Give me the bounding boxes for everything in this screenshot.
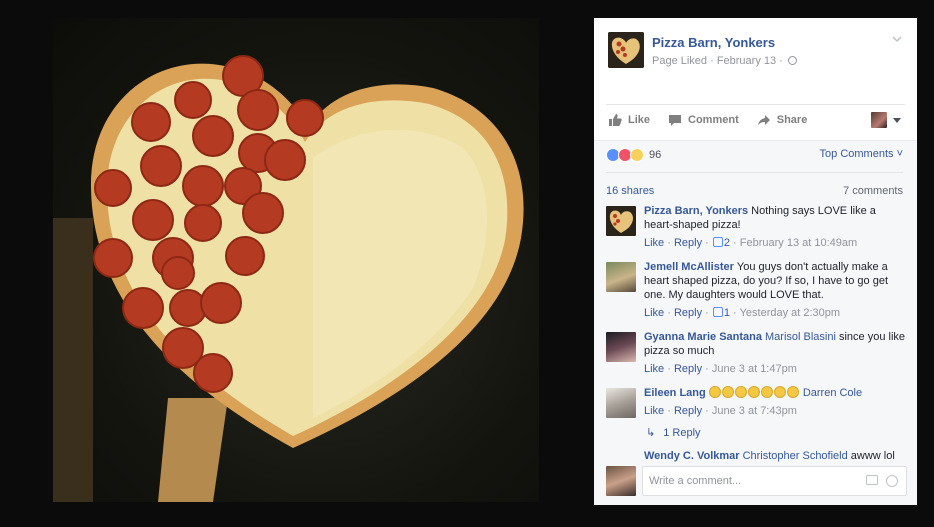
commenter-avatar[interactable] xyxy=(606,332,636,362)
comment-input[interactable]: Write a comment... xyxy=(642,466,907,496)
comment-timestamp[interactable]: February 13 at 10:49am xyxy=(740,237,857,249)
commenter-avatar[interactable] xyxy=(606,206,636,236)
post-as-selector[interactable] xyxy=(871,112,901,128)
comment-like-link[interactable]: Like xyxy=(644,307,664,319)
caret-down-icon xyxy=(893,117,901,123)
comment-composer: Write a comment... xyxy=(606,466,907,498)
comment-like-link[interactable]: Like xyxy=(644,237,664,249)
comment-body: Jemell McAllister You guys don't actually… xyxy=(644,260,907,302)
reply-arrow-icon: ↳ xyxy=(646,427,656,439)
comment-item: Pizza Barn, Yonkers Nothing says LOVE lik… xyxy=(606,204,907,250)
comments-list: Pizza Barn, Yonkers Nothing says LOVE lik… xyxy=(606,204,907,473)
comment-body: Wendy C. Volkmar Christopher Schofield aw… xyxy=(644,449,907,463)
photo-viewer xyxy=(0,0,594,527)
post-side-panel: Pizza Barn, Yonkers Page Liked · Februar… xyxy=(594,18,917,505)
comment-timestamp[interactable]: Yesterday at 2:30pm xyxy=(740,307,841,319)
comment-item: Wendy C. Volkmar Christopher Schofield aw… xyxy=(606,449,907,463)
heart-pizza-image xyxy=(53,55,524,502)
globe-icon xyxy=(787,56,797,65)
comment-meta: Like · Reply · 1 · Yesterday at 2:30pm xyxy=(644,307,841,319)
comment-like-count[interactable]: 2 xyxy=(724,237,730,249)
comment-meta: Like · Reply · June 3 at 1:47pm xyxy=(644,363,797,375)
like-label: Like xyxy=(628,113,651,126)
smile-emoji-icon xyxy=(786,386,799,398)
post-photo[interactable] xyxy=(53,18,539,502)
camera-icon[interactable] xyxy=(866,475,878,485)
current-user-avatar xyxy=(871,112,887,128)
comment-author[interactable]: Gyanna Marie Santana xyxy=(644,331,762,343)
thumbs-up-icon xyxy=(712,237,723,247)
comment-meta: Like · Reply · June 3 at 7:43pm xyxy=(644,405,797,417)
comment-meta: Like · Reply · 2 · February 13 at 10:49a… xyxy=(644,237,858,249)
commenter-avatar[interactable] xyxy=(606,262,636,292)
page-name-link[interactable]: Pizza Barn, Yonkers xyxy=(652,35,775,50)
comments-count-link[interactable]: 7 comments xyxy=(843,185,903,197)
composer-avatar xyxy=(606,466,636,496)
reactions-summary[interactable]: 96 Top Comments ˅ xyxy=(606,145,903,165)
post-meta-text: Page Liked · February 13 · xyxy=(652,55,783,67)
comment-timestamp[interactable]: June 3 at 1:47pm xyxy=(712,363,797,375)
page-avatar[interactable] xyxy=(608,32,644,68)
post-meta: Page Liked · February 13 · xyxy=(652,55,797,67)
comment-icon xyxy=(668,113,682,127)
composer-icons xyxy=(866,475,898,487)
comment-author[interactable]: Pizza Barn, Yonkers xyxy=(644,205,748,217)
smile-emoji-icon xyxy=(760,386,773,398)
top-comments-dropdown[interactable]: Top Comments ˅ xyxy=(820,148,903,160)
thumbs-up-icon xyxy=(608,113,622,127)
reaction-count: 96 xyxy=(649,149,662,161)
action-bar: Like Comment Share xyxy=(606,104,905,134)
comment-item: Jemell McAllister You guys don't actually… xyxy=(606,260,907,320)
comment-reply-link[interactable]: Reply xyxy=(674,363,702,375)
comment-like-count[interactable]: 1 xyxy=(724,307,730,319)
comment-input-placeholder: Write a comment... xyxy=(649,475,742,487)
comment-button[interactable]: Comment xyxy=(668,113,739,127)
comment-body: Gyanna Marie Santana Marisol Blasini sinc… xyxy=(644,330,907,358)
comment-author[interactable]: Wendy C. Volkmar xyxy=(644,450,740,462)
tagged-user-link[interactable]: Marisol Blasini xyxy=(765,331,836,343)
tagged-user-link[interactable]: Darren Cole xyxy=(803,387,862,399)
shares-link[interactable]: 16 shares xyxy=(606,185,654,197)
comment-item: Eileen Lang Darren Cole Like · Reply · J… xyxy=(606,386,907,439)
comment-item: Gyanna Marie Santana Marisol Blasini sinc… xyxy=(606,330,907,376)
tagged-user-link[interactable]: Christopher Schofield xyxy=(743,450,848,462)
top-comments-label: Top Comments xyxy=(819,148,894,160)
smile-emoji-icon xyxy=(773,386,786,398)
stats-row: 16 shares 7 comments xyxy=(606,172,903,200)
emoji-row xyxy=(708,386,800,399)
comment-reply-link[interactable]: Reply xyxy=(674,307,702,319)
grin-emoji-icon xyxy=(721,386,734,398)
comment-reply-link[interactable]: Reply xyxy=(674,237,702,249)
share-label: Share xyxy=(776,113,808,126)
grin-emoji-icon xyxy=(708,386,721,398)
comment-author[interactable]: Jemell McAllister xyxy=(644,261,734,273)
haha-reaction-icon xyxy=(630,148,644,162)
view-replies-link[interactable]: ↳ 1 Reply xyxy=(644,426,907,439)
replies-label: 1 Reply xyxy=(663,427,701,439)
post-header: Pizza Barn, Yonkers Page Liked · Februar… xyxy=(594,18,917,104)
grin-emoji-icon xyxy=(734,386,747,398)
comment-like-link[interactable]: Like xyxy=(644,405,664,417)
like-button[interactable]: Like xyxy=(608,113,650,127)
comment-like-link[interactable]: Like xyxy=(644,363,664,375)
thumbs-up-icon xyxy=(712,307,723,317)
share-icon xyxy=(757,113,771,127)
comment-label: Comment xyxy=(688,113,739,126)
comment-body: Pizza Barn, Yonkers Nothing says LOVE lik… xyxy=(644,204,907,232)
comment-body: Eileen Lang Darren Cole xyxy=(644,386,907,400)
emoji-picker-icon[interactable] xyxy=(886,475,898,487)
comment-timestamp[interactable]: June 3 at 7:43pm xyxy=(712,405,797,417)
comment-reply-link[interactable]: Reply xyxy=(674,405,702,417)
share-button[interactable]: Share xyxy=(757,113,808,127)
comment-author[interactable]: Eileen Lang xyxy=(644,387,706,399)
comment-text: awww lol xyxy=(850,450,895,462)
smile-emoji-icon xyxy=(747,386,760,398)
chevron-down-icon[interactable] xyxy=(891,33,903,45)
commenter-avatar[interactable] xyxy=(606,388,636,418)
